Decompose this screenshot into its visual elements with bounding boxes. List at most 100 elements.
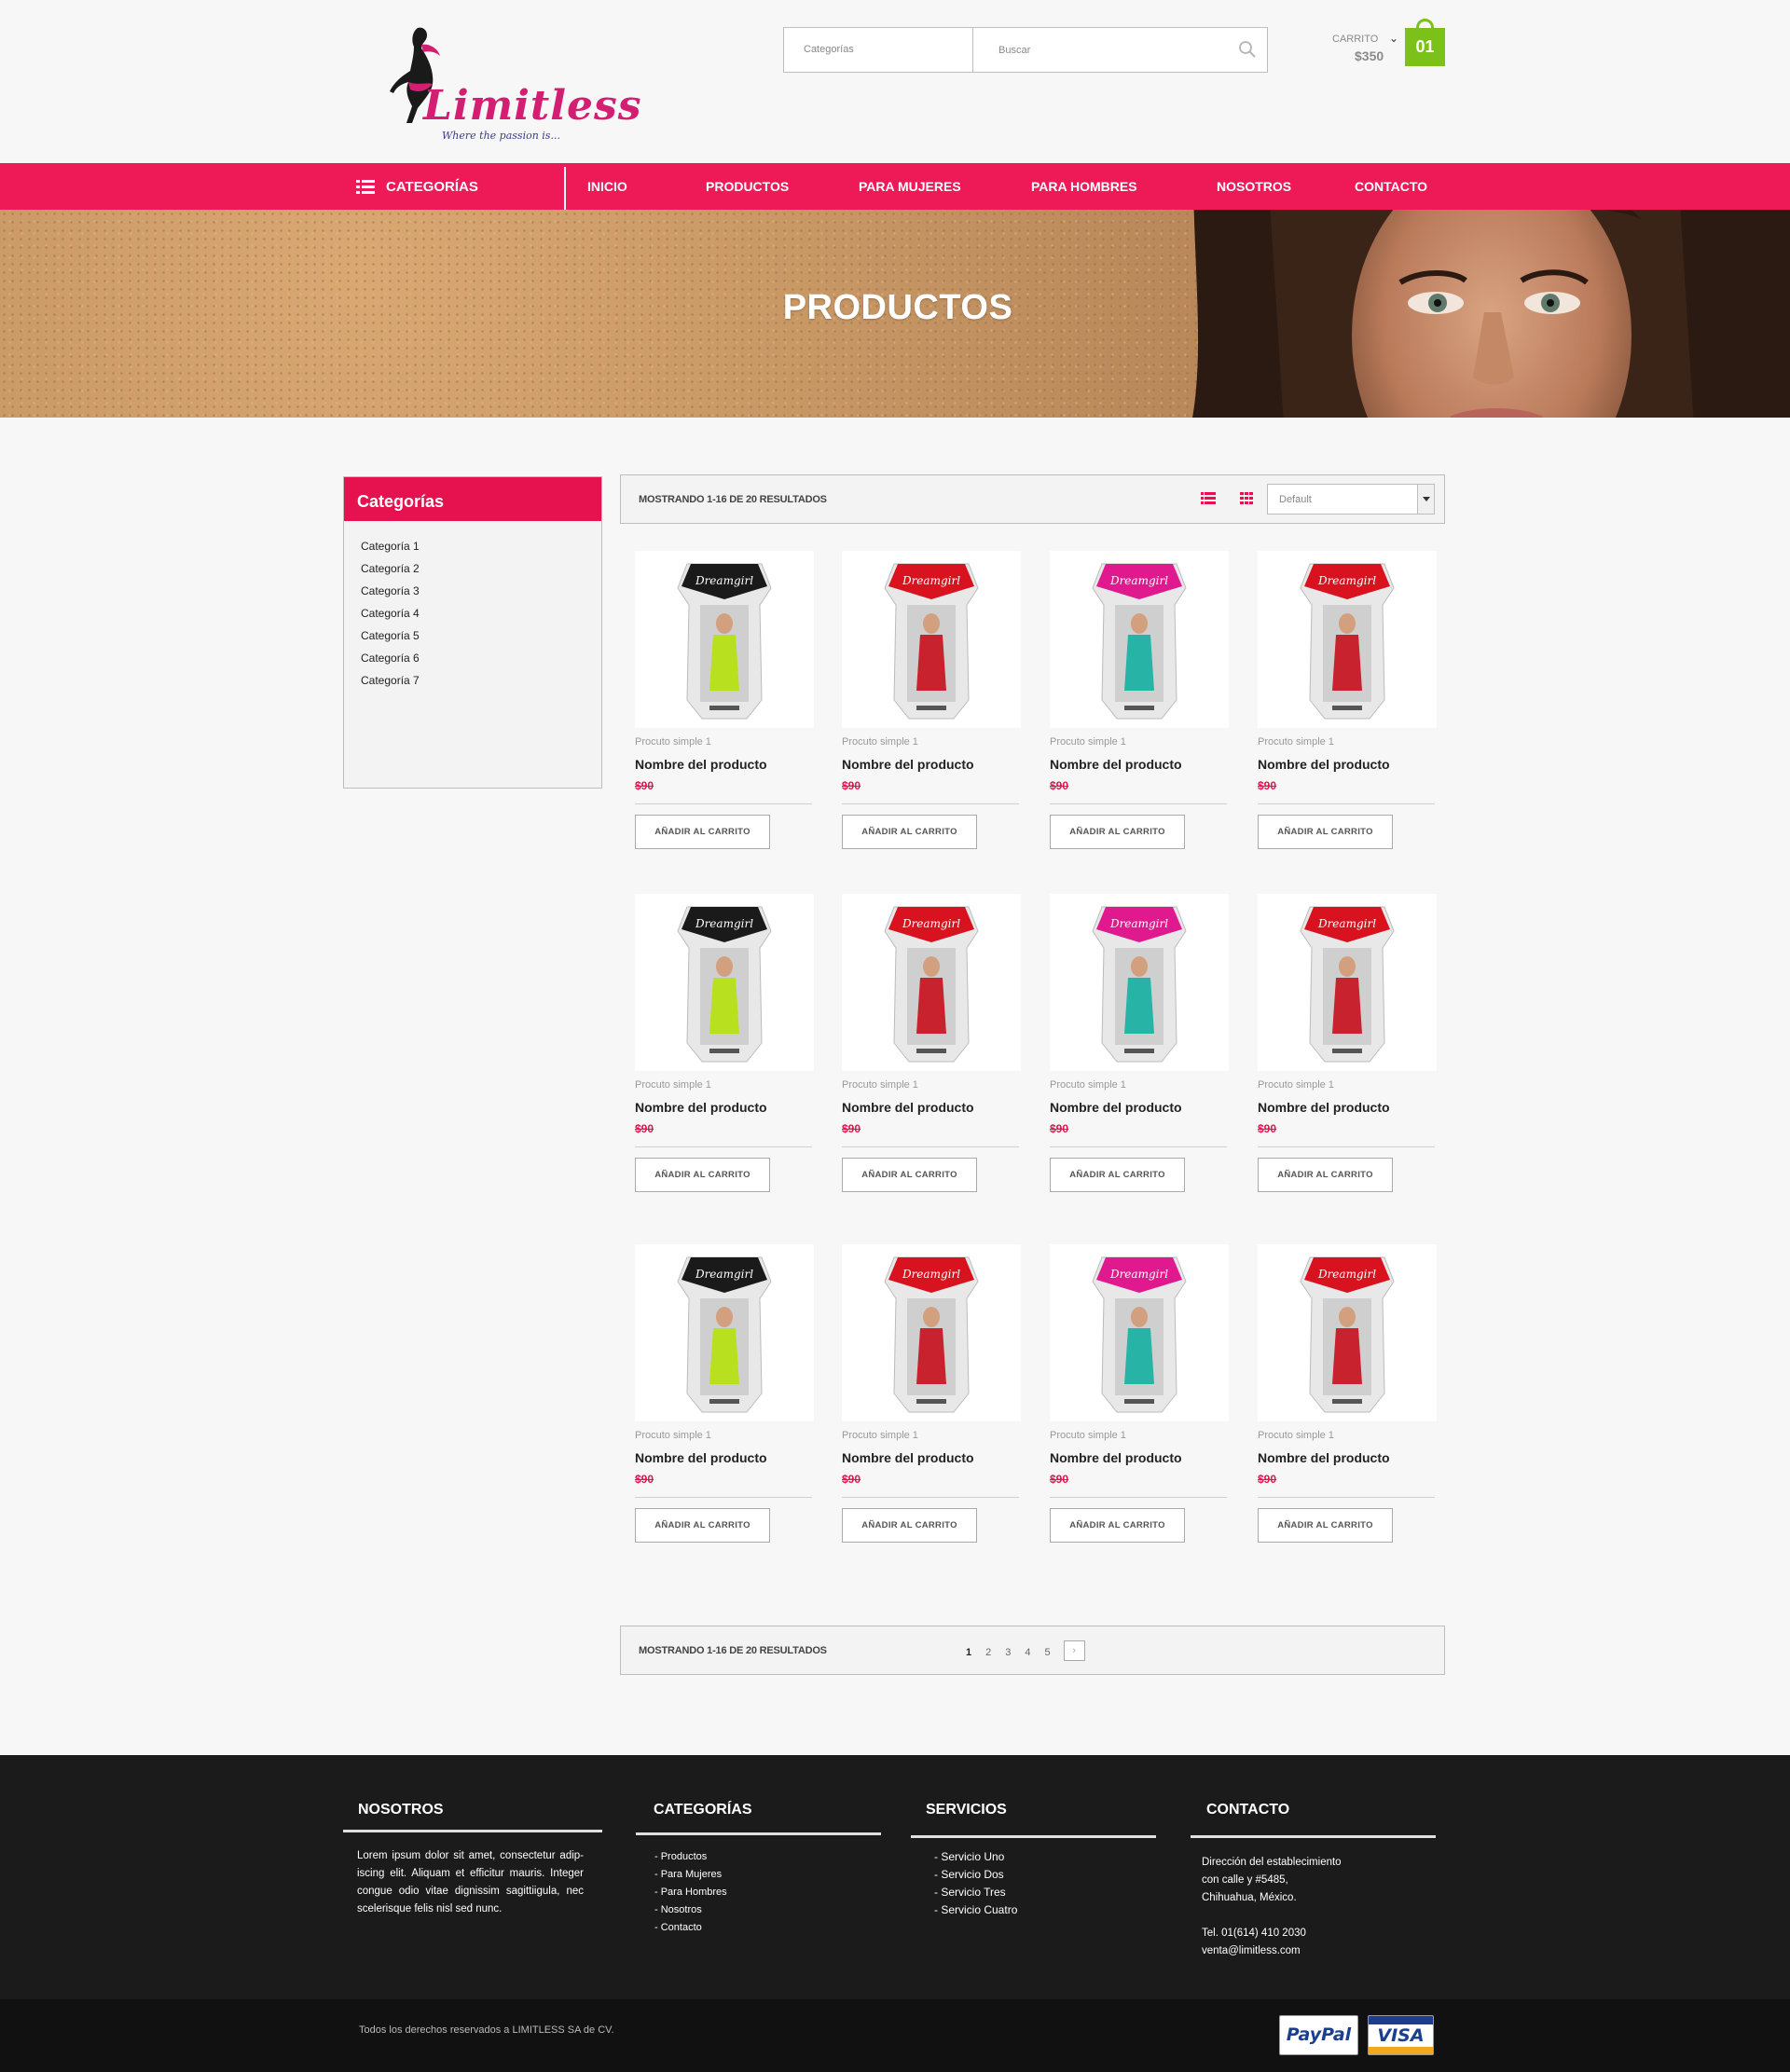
list-view-icon[interactable] — [1201, 492, 1216, 504]
grid-view-icon[interactable] — [1240, 492, 1253, 504]
product-card[interactable]: Dreamgirl Procuto simple 1 Nombre del prod… — [1050, 1244, 1229, 1543]
product-name[interactable]: Nombre del producto — [842, 757, 1021, 774]
add-to-cart-button[interactable]: AÑADIR AL CARRITO — [635, 1508, 770, 1543]
nav-item-nosotros[interactable]: NOSOTROS — [1217, 163, 1291, 210]
product-card[interactable]: Dreamgirl Procuto simple 1 Nombre del prod… — [635, 894, 814, 1192]
add-to-cart-button[interactable]: AÑADIR AL CARRITO — [635, 815, 770, 849]
nav-item-para-mujeres[interactable]: PARA MUJERES — [859, 163, 961, 210]
footer-link-contacto[interactable]: - Contacto — [654, 1919, 727, 1937]
product-image[interactable]: Dreamgirl — [635, 551, 814, 728]
sidebar-item-categoria-6[interactable]: Categoría 6 — [361, 647, 601, 669]
add-to-cart-button[interactable]: AÑADIR AL CARRITO — [1050, 815, 1185, 849]
product-divider — [1258, 1497, 1435, 1498]
product-divider — [635, 1497, 812, 1498]
footer-link-para-mujeres[interactable]: - Para Mujeres — [654, 1866, 727, 1884]
product-card[interactable]: Dreamgirl Procuto simple 1 Nombre del prod… — [842, 1244, 1021, 1543]
product-name[interactable]: Nombre del producto — [1258, 1100, 1437, 1117]
add-to-cart-button[interactable]: AÑADIR AL CARRITO — [842, 815, 977, 849]
hero-banner: PRODUCTOS — [0, 210, 1790, 418]
product-card[interactable]: Dreamgirl Procuto simple 1 Nombre del prod… — [842, 894, 1021, 1192]
add-to-cart-button[interactable]: AÑADIR AL CARRITO — [842, 1508, 977, 1543]
product-card[interactable]: Dreamgirl Procuto simple 1 Nombre del prod… — [842, 551, 1021, 849]
product-name[interactable]: Nombre del producto — [635, 1450, 814, 1467]
product-image[interactable]: Dreamgirl — [1050, 551, 1229, 728]
product-name[interactable]: Nombre del producto — [635, 1100, 814, 1117]
page-2[interactable]: 2 — [985, 1647, 991, 1658]
footer-link-nosotros[interactable]: - Nosotros — [654, 1901, 727, 1919]
product-image[interactable]: Dreamgirl — [635, 894, 814, 1071]
search-input[interactable] — [974, 28, 1226, 72]
add-to-cart-button[interactable]: AÑADIR AL CARRITO — [635, 1158, 770, 1192]
product-price: $90 — [1050, 779, 1069, 792]
footer-service-4[interactable]: - Servicio Cuatro — [934, 1901, 1017, 1919]
product-image[interactable]: Dreamgirl — [842, 1244, 1021, 1421]
add-to-cart-button[interactable]: AÑADIR AL CARRITO — [1050, 1158, 1185, 1192]
sidebar-item-categoria-4[interactable]: Categoría 4 — [361, 602, 601, 624]
site-footer: NOSOTROS Lorem ipsum dolor sit amet, con… — [0, 1755, 1790, 1999]
paypal-logo-text: PayPal — [1286, 2024, 1352, 2045]
sidebar-item-categoria-3[interactable]: Categoría 3 — [361, 580, 601, 602]
product-name[interactable]: Nombre del producto — [1258, 1450, 1437, 1467]
product-name[interactable]: Nombre del producto — [635, 757, 814, 774]
sidebar-item-categoria-2[interactable]: Categoría 2 — [361, 557, 601, 580]
footer-link-para-hombres[interactable]: - Para Hombres — [654, 1884, 727, 1901]
add-to-cart-button[interactable]: AÑADIR AL CARRITO — [842, 1158, 977, 1192]
page-4[interactable]: 4 — [1025, 1647, 1030, 1658]
product-name[interactable]: Nombre del producto — [1050, 757, 1229, 774]
footer-link-productos[interactable]: - Productos — [654, 1848, 727, 1866]
product-price: $90 — [1258, 1122, 1277, 1135]
add-to-cart-button[interactable]: AÑADIR AL CARRITO — [1050, 1508, 1185, 1543]
product-name[interactable]: Nombre del producto — [842, 1100, 1021, 1117]
search-category-select[interactable]: Categorías — [784, 28, 973, 72]
product-image[interactable]: Dreamgirl — [1258, 894, 1437, 1071]
logo[interactable]: Limitless Where the passion is... — [375, 24, 641, 145]
footer-service-1[interactable]: - Servicio Uno — [934, 1848, 1017, 1866]
page-1[interactable]: 1 — [966, 1647, 971, 1658]
product-card[interactable]: Dreamgirl Procuto simple 1 Nombre del prod… — [635, 1244, 814, 1543]
product-divider — [842, 1146, 1019, 1147]
sort-select[interactable]: Default — [1267, 484, 1435, 515]
product-name[interactable]: Nombre del producto — [1050, 1100, 1229, 1117]
product-name[interactable]: Nombre del producto — [1050, 1450, 1229, 1467]
sidebar-item-categoria-7[interactable]: Categoría 7 — [361, 669, 601, 692]
product-name[interactable]: Nombre del producto — [1258, 757, 1437, 774]
product-image[interactable]: Dreamgirl — [1258, 1244, 1437, 1421]
add-to-cart-button[interactable]: AÑADIR AL CARRITO — [1258, 1158, 1393, 1192]
product-image[interactable]: Dreamgirl — [842, 551, 1021, 728]
product-image[interactable]: Dreamgirl — [1050, 894, 1229, 1071]
product-image[interactable]: Dreamgirl — [1050, 1244, 1229, 1421]
sidebar-item-categoria-5[interactable]: Categoría 5 — [361, 624, 601, 647]
add-to-cart-button[interactable]: AÑADIR AL CARRITO — [1258, 815, 1393, 849]
nav-item-inicio[interactable]: INICIO — [587, 163, 627, 210]
product-image[interactable]: Dreamgirl — [1258, 551, 1437, 728]
sort-dropdown-arrow-icon[interactable] — [1417, 485, 1434, 514]
add-to-cart-button[interactable]: AÑADIR AL CARRITO — [1258, 1508, 1393, 1543]
logo-text: Limitless — [423, 82, 642, 130]
product-image[interactable]: Dreamgirl — [842, 894, 1021, 1071]
footer-contact-email[interactable]: venta@limitless.com — [1202, 1942, 1301, 1960]
nav-item-contacto[interactable]: CONTACTO — [1355, 163, 1427, 210]
footer-service-3[interactable]: - Servicio Tres — [934, 1884, 1017, 1901]
product-package-image: Dreamgirl — [1092, 1256, 1187, 1413]
nav-item-productos[interactable]: PRODUCTOS — [706, 163, 789, 210]
search-icon[interactable] — [1237, 39, 1258, 60]
product-card[interactable]: Dreamgirl Procuto simple 1 Nombre del prod… — [1258, 894, 1437, 1192]
chevron-down-icon[interactable]: ⌄ — [1389, 32, 1398, 45]
product-card[interactable]: Dreamgirl Procuto simple 1 Nombre del prod… — [635, 551, 814, 849]
nav-item-para-hombres[interactable]: PARA HOMBRES — [1031, 163, 1137, 210]
product-card[interactable]: Dreamgirl Procuto simple 1 Nombre del prod… — [1258, 1244, 1437, 1543]
product-card[interactable]: Dreamgirl Procuto simple 1 Nombre del prod… — [1050, 894, 1229, 1192]
page-5[interactable]: 5 — [1045, 1647, 1051, 1658]
cart-label[interactable]: CARRITO — [1332, 34, 1378, 45]
page-3[interactable]: 3 — [1005, 1647, 1011, 1658]
footer-service-2[interactable]: - Servicio Dos — [934, 1866, 1017, 1884]
product-name[interactable]: Nombre del producto — [842, 1450, 1021, 1467]
next-page-button[interactable]: › — [1063, 1640, 1085, 1661]
product-card[interactable]: Dreamgirl Procuto simple 1 Nombre del prod… — [1050, 551, 1229, 849]
sidebar-item-categoria-1[interactable]: Categoría 1 — [361, 535, 601, 557]
product-divider — [1050, 1497, 1227, 1498]
cart-count-badge[interactable]: 01 — [1405, 28, 1445, 66]
product-image[interactable]: Dreamgirl — [635, 1244, 814, 1421]
product-card[interactable]: Dreamgirl Procuto simple 1 Nombre del prod… — [1258, 551, 1437, 849]
nav-categories-button[interactable]: CATEGORÍAS — [356, 163, 478, 210]
